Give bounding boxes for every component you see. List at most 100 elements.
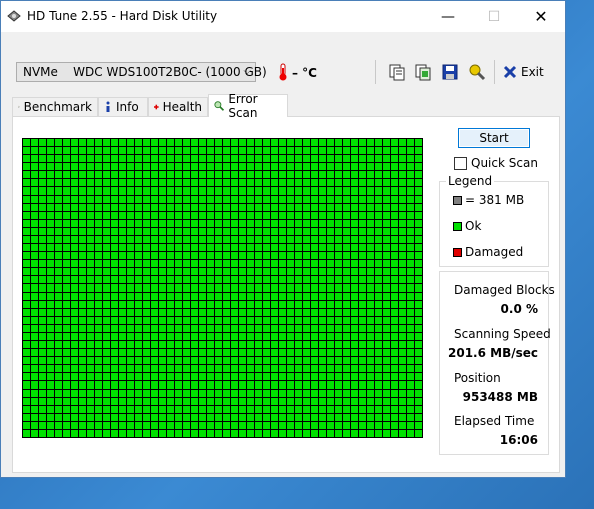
- scan-block: [103, 316, 110, 324]
- scan-block: [191, 316, 198, 324]
- scan-block: [351, 316, 358, 324]
- scan-block: [399, 332, 406, 341]
- scan-block: [159, 179, 166, 187]
- tab-health[interactable]: Health: [148, 97, 208, 116]
- scan-block: [223, 203, 230, 211]
- quick-scan-checkbox[interactable]: [454, 156, 467, 170]
- scan-block: [215, 413, 222, 421]
- scan-block: [183, 284, 190, 292]
- scan-block: [319, 219, 326, 227]
- scan-block: [159, 171, 166, 179]
- scan-block: [95, 244, 102, 252]
- scan-block: [31, 316, 38, 324]
- scan-block: [55, 211, 62, 219]
- scan-block: [103, 292, 110, 300]
- scan-block: [135, 349, 142, 357]
- scan-block: [63, 349, 70, 357]
- scan-block: [47, 203, 54, 211]
- scan-block: [231, 308, 238, 316]
- copy-screenshot-icon[interactable]: [413, 62, 433, 82]
- scan-block: [79, 203, 86, 211]
- scan-block: [335, 381, 342, 389]
- drive-select[interactable]: NVMe WDC WDS100T2B0C- (1000 GB) ⌵: [16, 62, 267, 82]
- scan-block: [63, 276, 70, 284]
- scan-block: [367, 365, 374, 373]
- scan-block: [159, 389, 166, 397]
- scan-block: [247, 300, 254, 308]
- scan-block: [391, 429, 398, 437]
- scan-block: [191, 195, 198, 203]
- exit-button[interactable]: Exit: [503, 63, 544, 81]
- scan-block: [239, 365, 246, 373]
- scan-block: [151, 349, 158, 357]
- scan-block: [279, 195, 286, 203]
- scan-block: [119, 381, 126, 389]
- scan-block: [375, 357, 382, 365]
- scan-block: [295, 203, 302, 211]
- scan-block: [375, 195, 382, 203]
- scan-block: [271, 349, 278, 357]
- scan-block: [415, 357, 422, 365]
- scan-block: [263, 235, 270, 244]
- scan-block: [287, 276, 294, 284]
- scan-block: [39, 389, 46, 397]
- scan-block: [407, 260, 414, 268]
- scan-block: [255, 187, 262, 195]
- quick-scan-option[interactable]: Quick Scan: [454, 156, 538, 170]
- scan-block: [391, 405, 398, 413]
- scan-block: [79, 349, 86, 357]
- scan-block: [175, 373, 182, 381]
- scan-block: [247, 163, 254, 171]
- save-icon[interactable]: [440, 62, 460, 82]
- scan-block: [351, 179, 358, 187]
- scan-block: [47, 381, 54, 389]
- options-wrench-icon[interactable]: [467, 62, 487, 82]
- scan-block: [31, 195, 38, 203]
- scan-block: [335, 171, 342, 179]
- scan-block: [31, 276, 38, 284]
- tab-error-scan[interactable]: Error Scan: [208, 92, 288, 120]
- scan-block: [375, 405, 382, 413]
- scan-block: [287, 179, 294, 187]
- scan-block: [247, 324, 254, 332]
- scan-block: [295, 227, 302, 235]
- scan-block: [279, 357, 286, 365]
- tab-benchmark[interactable]: Benchmark: [12, 97, 98, 116]
- scan-block: [79, 292, 86, 300]
- scan-block: [111, 219, 118, 227]
- scan-block: [383, 389, 390, 397]
- scan-block: [167, 365, 174, 373]
- scan-block: [239, 155, 246, 163]
- maximize-button[interactable]: ☐: [471, 1, 517, 32]
- scan-block: [375, 155, 382, 163]
- scan-block: [351, 187, 358, 195]
- scan-block: [359, 260, 366, 268]
- scan-block: [223, 292, 230, 300]
- scan-block: [375, 139, 382, 147]
- scan-block: [415, 163, 422, 171]
- tab-info[interactable]: Info: [98, 97, 148, 116]
- scan-block: [207, 187, 214, 195]
- scan-block: [263, 357, 270, 365]
- scan-block: [167, 381, 174, 389]
- scan-block: [47, 373, 54, 381]
- minimize-button[interactable]: —: [425, 1, 471, 32]
- title-bar[interactable]: HD Tune 2.55 - Hard Disk Utility — ☐ ✕: [1, 1, 565, 32]
- start-button[interactable]: Start: [458, 128, 530, 148]
- scan-block: [111, 389, 118, 397]
- scan-block: [87, 397, 94, 405]
- scan-block: [375, 284, 382, 292]
- scan-block: [47, 308, 54, 316]
- scan-block: [175, 139, 182, 147]
- copy-info-icon[interactable]: [387, 62, 407, 82]
- scan-block: [151, 171, 158, 179]
- scan-block: [311, 429, 318, 437]
- scan-block: [191, 268, 198, 276]
- scan-block: [143, 187, 150, 195]
- scan-block: [199, 349, 206, 357]
- close-button[interactable]: ✕: [518, 1, 564, 32]
- scan-block: [263, 171, 270, 179]
- scan-block: [239, 268, 246, 276]
- scan-block: [311, 163, 318, 171]
- scan-block: [351, 341, 358, 349]
